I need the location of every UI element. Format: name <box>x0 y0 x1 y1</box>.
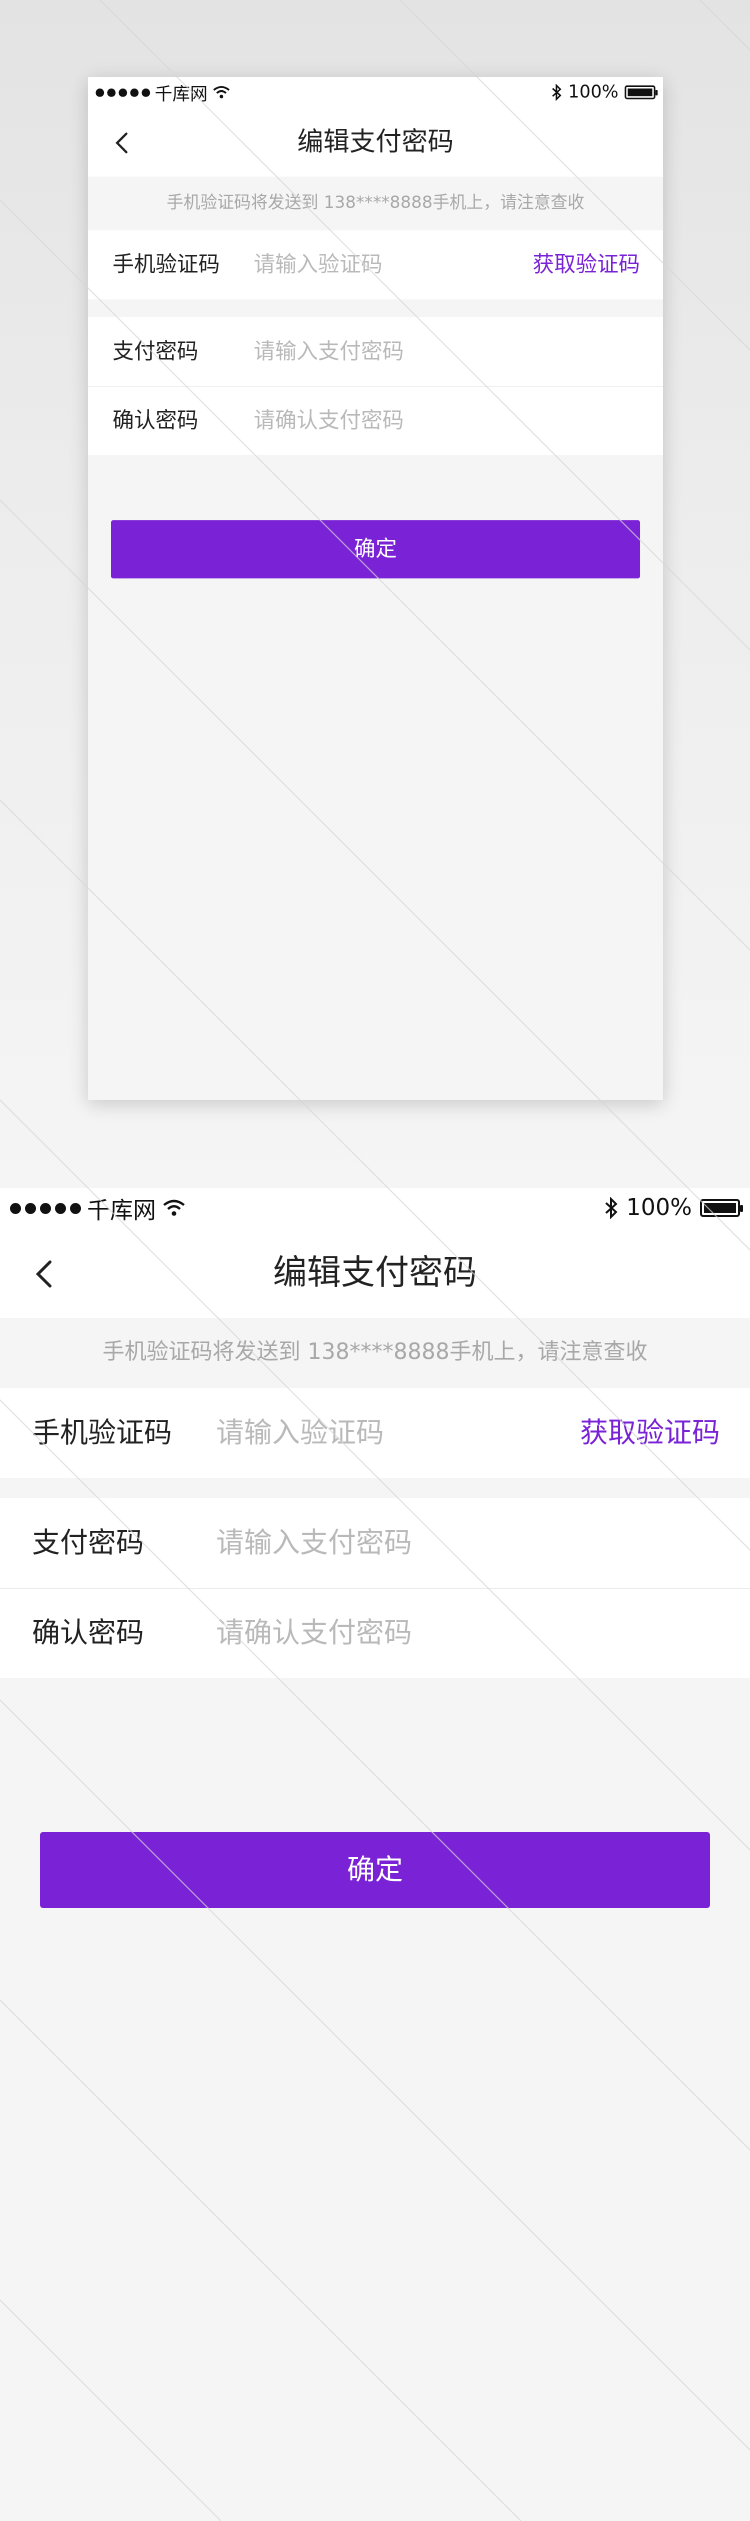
confirm-password-row: 确认密码 请确认支付密码 <box>88 385 663 455</box>
pay-password-input[interactable]: 请输入支付密码 <box>216 1498 412 1588</box>
phone-preview: 千库网 100% 编辑支付密码 手机验证码将发送到 138****8888手机上… <box>88 77 663 1100</box>
pay-password-label: 支付密码 <box>32 1526 145 1559</box>
confirm-password-row: 确认密码 请确认支付密码 <box>0 1588 750 1678</box>
signal-icon <box>95 88 151 97</box>
nav-bar: 编辑支付密码 <box>0 1228 750 1318</box>
pay-password-row: 支付密码 请输入支付密码 <box>88 316 663 386</box>
page-title: 编辑支付密码 <box>297 126 454 158</box>
pay-password-label: 支付密码 <box>112 338 199 364</box>
signal-icon <box>10 1202 81 1214</box>
row-divider <box>0 1588 750 1589</box>
battery-icon <box>700 1199 743 1217</box>
phone-screen: 千库网 100% 编辑支付密码 手机验证码将发送到 138****8888手机上… <box>0 1188 750 2521</box>
confirm-button[interactable]: 确定 <box>111 520 641 579</box>
verification-code-row: 手机验证码 请输入验证码 获取验证码 <box>88 230 663 300</box>
carrier-label: 千库网 <box>87 1198 156 1224</box>
verification-code-row: 手机验证码 请输入验证码 获取验证码 <box>0 1388 750 1478</box>
row-divider <box>88 385 663 387</box>
carrier-label: 千库网 <box>154 84 208 105</box>
page-title: 编辑支付密码 <box>273 1253 477 1293</box>
bluetooth-icon <box>605 1197 618 1219</box>
confirm-button[interactable]: 确定 <box>40 1832 710 1908</box>
confirm-password-label: 确认密码 <box>32 1616 145 1649</box>
battery-icon <box>624 85 658 100</box>
verification-code-label: 手机验证码 <box>32 1416 173 1449</box>
verification-code-label: 手机验证码 <box>112 251 220 278</box>
verification-code-input[interactable]: 请输入验证码 <box>254 230 383 299</box>
pay-password-input[interactable]: 请输入支付密码 <box>254 317 404 386</box>
get-code-button[interactable]: 获取验证码 <box>580 1388 720 1478</box>
confirm-password-input[interactable]: 请确认支付密码 <box>254 386 404 455</box>
status-bar: 千库网 100% <box>0 1188 750 1228</box>
bluetooth-icon <box>552 83 562 101</box>
confirm-password-input[interactable]: 请确认支付密码 <box>216 1588 412 1678</box>
verification-code-input[interactable]: 请输入验证码 <box>216 1388 384 1478</box>
sms-hint: 手机验证码将发送到 138****8888手机上，请注意查收 <box>166 193 585 213</box>
confirm-password-label: 确认密码 <box>112 407 199 433</box>
get-code-button[interactable]: 获取验证码 <box>533 230 640 299</box>
sms-hint: 手机验证码将发送到 138****8888手机上，请注意查收 <box>102 1340 648 1365</box>
wifi-icon <box>163 1199 185 1216</box>
battery-percent: 100% <box>626 1195 692 1221</box>
nav-bar: 编辑支付密码 <box>88 107 663 177</box>
pay-password-row: 支付密码 请输入支付密码 <box>0 1498 750 1588</box>
wifi-icon <box>213 86 230 99</box>
status-bar: 千库网 100% <box>88 77 663 108</box>
battery-percent: 100% <box>568 82 619 103</box>
